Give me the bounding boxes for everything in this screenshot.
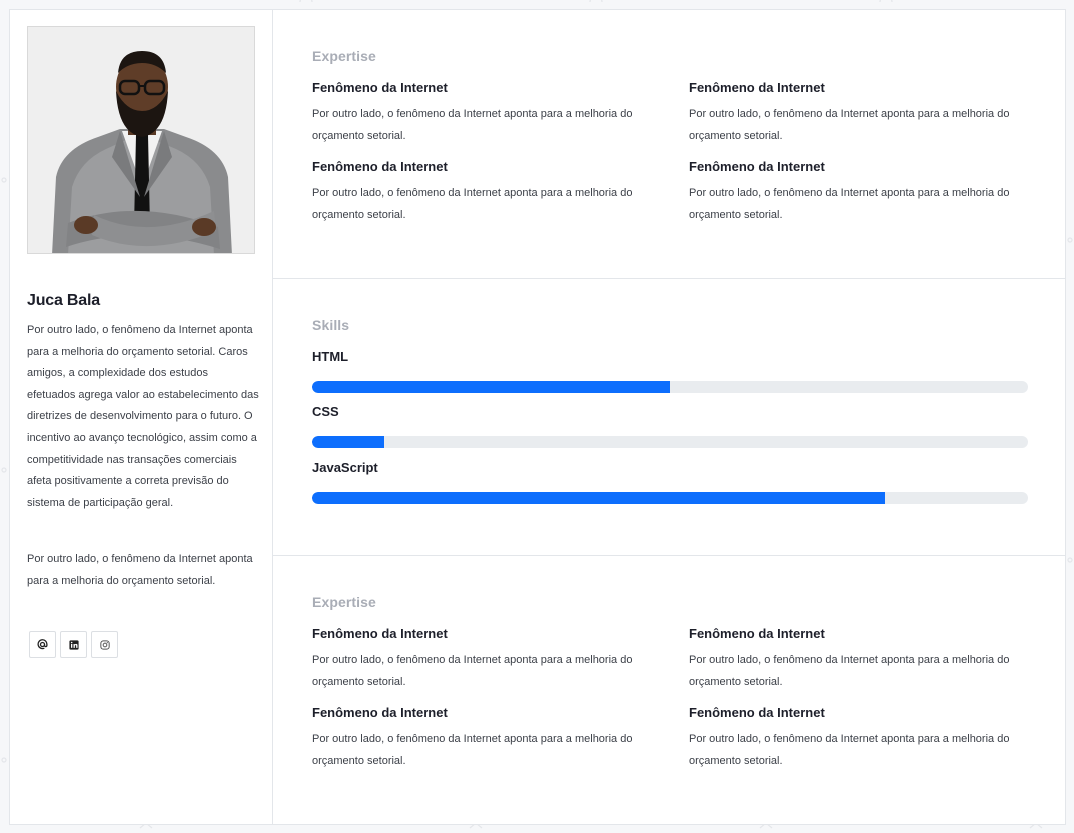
expertise-item-title: Fenômeno da Internet bbox=[312, 159, 448, 174]
expertise-item: Fenômeno da Internet Por outro lado, o f… bbox=[689, 80, 1029, 147]
skill-label-javascript: JavaScript bbox=[312, 460, 378, 475]
skill-bar-html bbox=[312, 381, 1028, 393]
skills-section: Skills HTML CSS JavaScript bbox=[273, 279, 1065, 556]
section-title: Expertise bbox=[312, 594, 376, 610]
expertise-item-text: Por outro lado, o fenômeno da Internet a… bbox=[689, 108, 1010, 142]
social-links bbox=[29, 631, 118, 658]
expertise-item-title: Fenômeno da Internet bbox=[689, 705, 825, 720]
profile-photo bbox=[27, 26, 255, 254]
section-title: Expertise bbox=[312, 48, 376, 64]
linkedin-link[interactable] bbox=[60, 631, 87, 658]
expertise-item: Fenômeno da Internet Por outro lado, o f… bbox=[689, 626, 1029, 693]
profile-bio: Por outro lado, o fenômeno da Internet a… bbox=[27, 324, 259, 509]
expertise-item-text: Por outro lado, o fenômeno da Internet a… bbox=[312, 654, 633, 688]
expertise-item-text: Por outro lado, o fenômeno da Internet a… bbox=[689, 654, 1010, 688]
expertise-item: Fenômeno da Internet Por outro lado, o f… bbox=[312, 705, 652, 772]
skill-bar-javascript bbox=[312, 492, 1028, 504]
expertise-item-title: Fenômeno da Internet bbox=[689, 80, 825, 95]
expertise-item-title: Fenômeno da Internet bbox=[312, 80, 448, 95]
instagram-icon bbox=[99, 639, 110, 650]
profile-bio-secondary: Por outro lado, o fenômeno da Internet a… bbox=[27, 553, 253, 587]
expertise-item: Fenômeno da Internet Por outro lado, o f… bbox=[312, 159, 652, 226]
profile-name: Juca Bala bbox=[27, 292, 100, 309]
resume-card: Juca Bala Por outro lado, o fenômeno da … bbox=[9, 9, 1066, 825]
skill-bar-fill bbox=[312, 436, 384, 448]
expertise-item-title: Fenômeno da Internet bbox=[312, 705, 448, 720]
email-link[interactable] bbox=[29, 631, 56, 658]
skill-bar-css bbox=[312, 436, 1028, 448]
skill-bar-fill bbox=[312, 492, 885, 504]
expertise-section-top: Expertise Fenômeno da Internet Por outro… bbox=[273, 10, 1065, 279]
expertise-item-text: Por outro lado, o fenômeno da Internet a… bbox=[312, 733, 633, 767]
skill-label-css: CSS bbox=[312, 404, 339, 419]
expertise-item: Fenômeno da Internet Por outro lado, o f… bbox=[312, 80, 652, 147]
expertise-item: Fenômeno da Internet Por outro lado, o f… bbox=[689, 159, 1029, 226]
expertise-item-text: Por outro lado, o fenômeno da Internet a… bbox=[689, 733, 1010, 767]
expertise-item-title: Fenômeno da Internet bbox=[689, 159, 825, 174]
at-icon bbox=[37, 639, 48, 650]
skill-bar-fill bbox=[312, 381, 670, 393]
expertise-item: Fenômeno da Internet Por outro lado, o f… bbox=[312, 626, 652, 693]
section-title: Skills bbox=[312, 317, 350, 333]
instagram-link[interactable] bbox=[91, 631, 118, 658]
expertise-item-text: Por outro lado, o fenômeno da Internet a… bbox=[689, 187, 1010, 221]
expertise-item-text: Por outro lado, o fenômeno da Internet a… bbox=[312, 108, 633, 142]
expertise-item: Fenômeno da Internet Por outro lado, o f… bbox=[689, 705, 1029, 772]
linkedin-icon bbox=[68, 639, 79, 650]
expertise-section-bottom: Expertise Fenômeno da Internet Por outro… bbox=[273, 556, 1065, 824]
profile-sidebar: Juca Bala Por outro lado, o fenômeno da … bbox=[10, 10, 273, 824]
resume-main: Expertise Fenômeno da Internet Por outro… bbox=[273, 10, 1065, 824]
expertise-item-text: Por outro lado, o fenômeno da Internet a… bbox=[312, 187, 633, 221]
expertise-item-title: Fenômeno da Internet bbox=[312, 626, 448, 641]
skill-label-html: HTML bbox=[312, 349, 349, 364]
expertise-item-title: Fenômeno da Internet bbox=[689, 626, 825, 641]
